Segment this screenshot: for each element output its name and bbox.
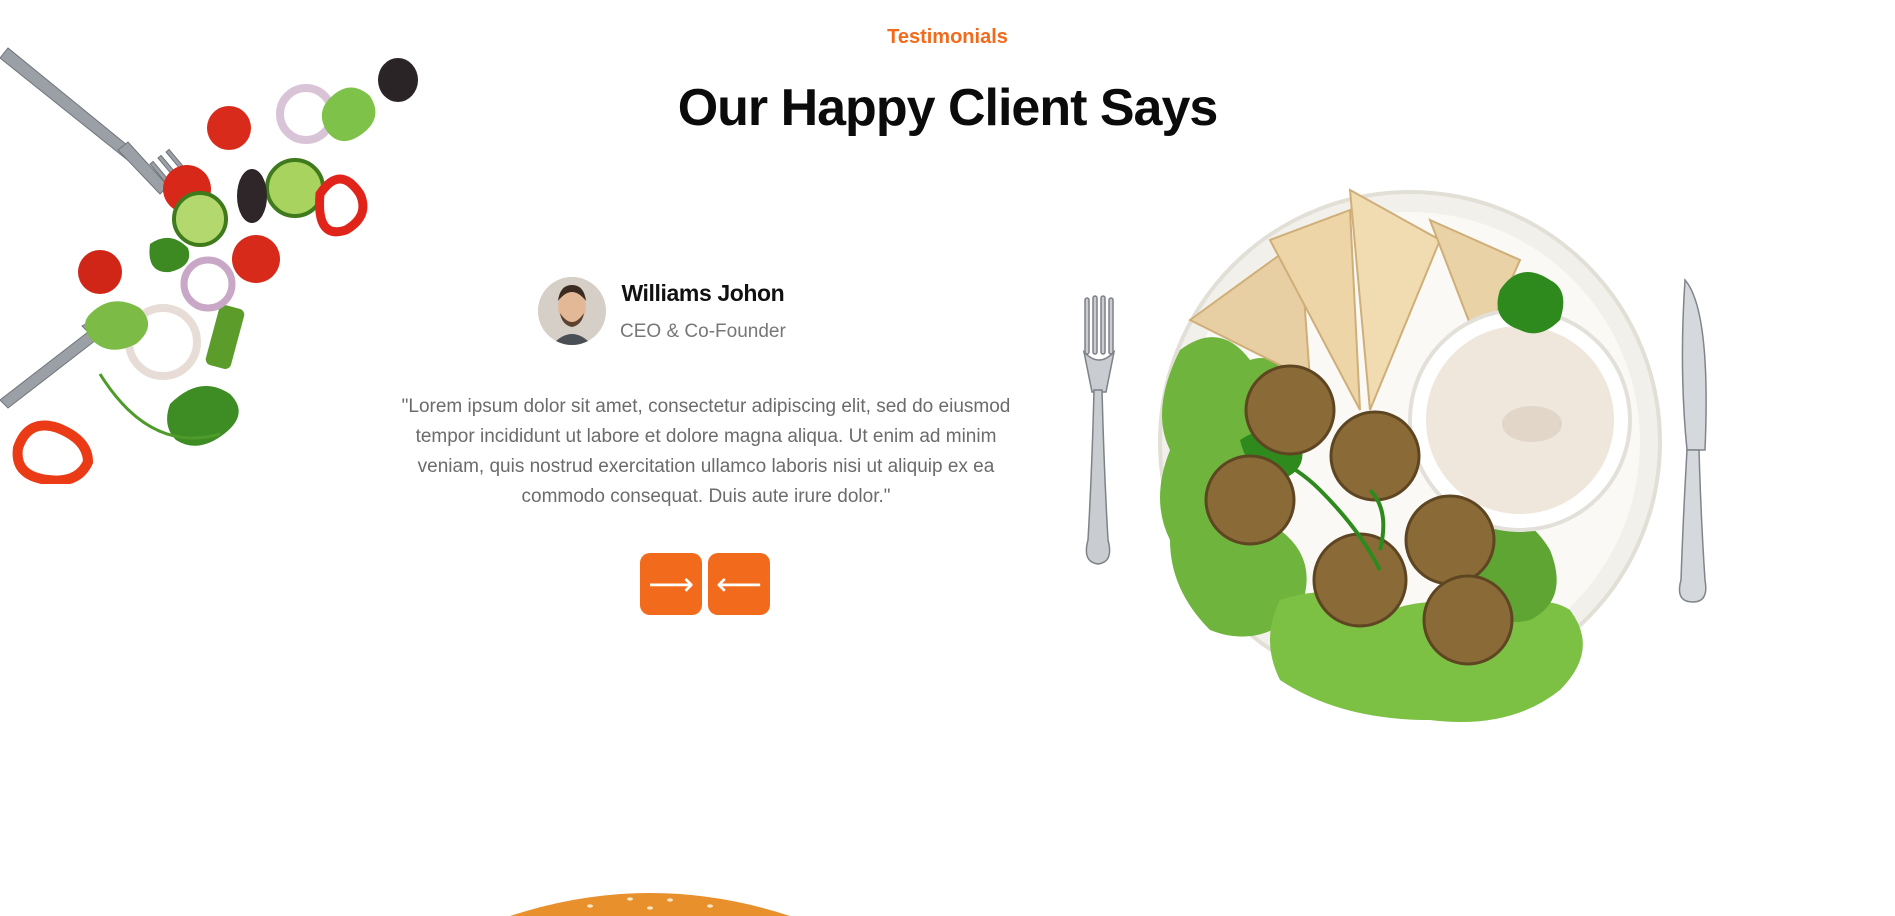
author-name: Williams Johon xyxy=(621,279,785,306)
tomato-icon xyxy=(78,250,122,294)
testimonial-nav: ⟶ ⟵ xyxy=(640,553,770,615)
pepper-ring-icon xyxy=(12,420,94,484)
onion-ring-icon xyxy=(180,256,236,312)
arrow-right-icon: ⟶ xyxy=(648,565,694,603)
olive-icon xyxy=(237,169,267,223)
lettuce-icon xyxy=(85,301,149,350)
author-meta: Williams Johon CEO & Co-Founder xyxy=(620,280,786,343)
fork-icon xyxy=(1082,295,1116,565)
cucumber-slice-icon xyxy=(265,158,325,218)
cucumber-slice-icon xyxy=(172,191,228,247)
olive-icon xyxy=(378,58,418,102)
testimonial-quote: "Lorem ipsum dolor sit amet, consectetur… xyxy=(401,396,1011,507)
burger-bun-image xyxy=(510,893,790,916)
parsley-icon xyxy=(149,237,190,273)
lettuce-icon xyxy=(321,87,376,142)
cucumber-stick-icon xyxy=(205,305,245,369)
falling-salad-image xyxy=(0,47,418,484)
pepper-ring-icon xyxy=(315,174,368,237)
arrow-left-icon: ⟵ xyxy=(716,565,762,603)
tomato-icon xyxy=(232,235,280,283)
tomato-icon xyxy=(207,106,251,150)
next-button[interactable]: ⟶ xyxy=(640,553,702,615)
fork-top-icon xyxy=(0,47,192,195)
avatar-portrait-icon xyxy=(538,277,606,345)
falafel-plate-image xyxy=(1082,188,1707,722)
testimonial-author: Williams Johon CEO & Co-Founder xyxy=(538,276,786,346)
knife-icon xyxy=(1678,278,1707,603)
prev-button[interactable]: ⟵ xyxy=(708,553,770,615)
avatar xyxy=(538,277,606,345)
author-role: CEO & Co-Founder xyxy=(620,320,786,342)
